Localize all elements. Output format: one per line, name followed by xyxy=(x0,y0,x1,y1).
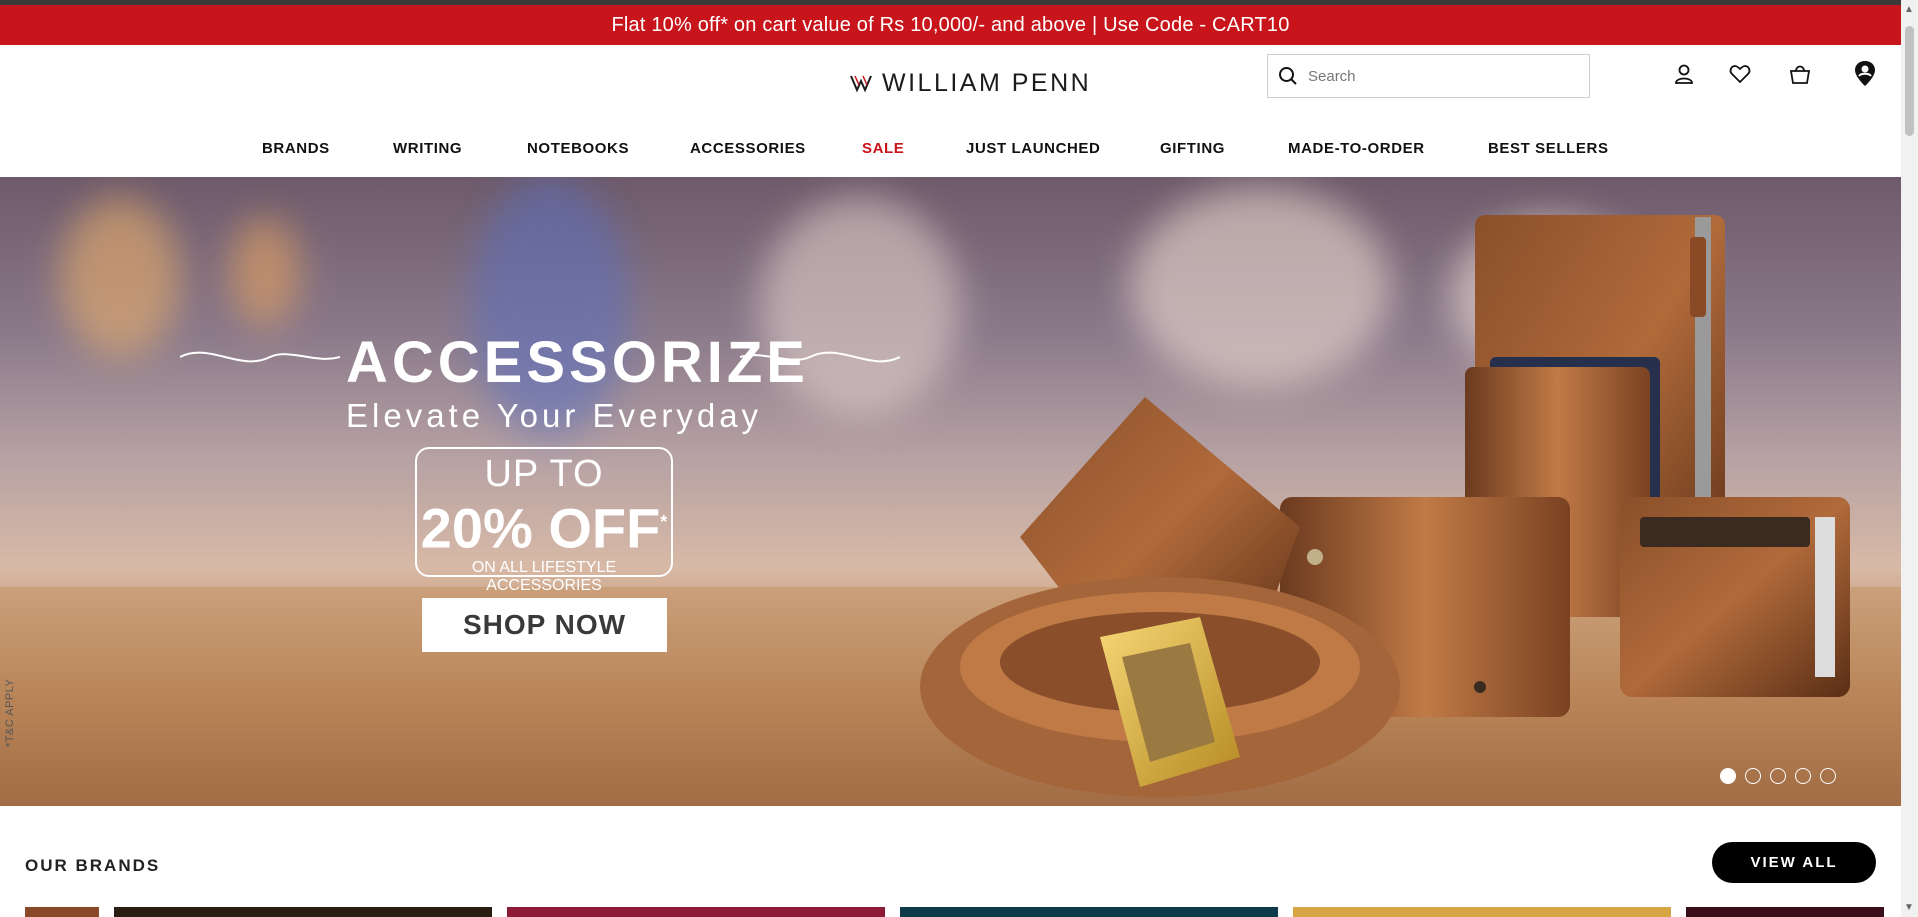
view-all-button[interactable]: VIEW ALL xyxy=(1712,842,1876,883)
nav-item-gifting[interactable]: GIFTING xyxy=(1160,140,1225,157)
brand-card[interactable] xyxy=(114,907,492,917)
carousel-dot-2[interactable] xyxy=(1745,768,1761,784)
hero-headline: ACCESSORIZE xyxy=(346,330,809,395)
nav-item-writing[interactable]: WRITING xyxy=(393,140,462,157)
page-scrollbar[interactable]: ▲ ▼ xyxy=(1901,0,1918,917)
announcement-text: Flat 10% off* on cart value of Rs 10,000… xyxy=(611,13,1290,36)
decorative-wave-left xyxy=(180,351,340,363)
brand-card[interactable] xyxy=(1686,907,1884,917)
carousel-dot-3[interactable] xyxy=(1770,768,1786,784)
bokeh-light xyxy=(60,197,180,357)
leather-accessories-image: RT xyxy=(920,215,1850,797)
scroll-up-icon[interactable]: ▲ xyxy=(1904,4,1914,15)
offer-percent-line: 20% OFF* xyxy=(417,496,671,556)
brand-card[interactable] xyxy=(507,907,885,917)
carousel-dot-5[interactable] xyxy=(1820,768,1836,784)
shop-now-button[interactable]: SHOP NOW xyxy=(422,598,667,652)
hero-subheadline: Elevate Your Everyday xyxy=(346,397,763,434)
carousel-dot-1[interactable] xyxy=(1720,768,1736,784)
brand-card[interactable] xyxy=(25,907,99,917)
offer-upto: UP TO xyxy=(484,453,604,495)
nav-item-accessories[interactable]: ACCESSORIES xyxy=(690,140,806,157)
offer-box: UP TO 20% OFF* ON ALL LIFESTYLE ACCESSOR… xyxy=(415,447,673,594)
nav-item-notebooks[interactable]: NOTEBOOKS xyxy=(527,140,629,157)
nav-item-sale[interactable]: SALE xyxy=(862,140,904,157)
brand-card[interactable] xyxy=(1293,907,1671,917)
offer-asterisk: * xyxy=(660,512,668,532)
bokeh-light xyxy=(230,217,300,327)
our-brands-title: OUR BRANDS xyxy=(25,856,161,875)
carousel-dots xyxy=(1720,768,1836,784)
brand-card[interactable] xyxy=(900,907,1278,917)
site-header: WILLIAM PENN BRANDS WRITING NOTEBOOKS AC… xyxy=(0,45,1901,177)
announcement-bar: Flat 10% off* on cart value of Rs 10,000… xyxy=(0,5,1901,45)
search-box[interactable] xyxy=(1267,54,1590,98)
nav-item-just-launched[interactable]: JUST LAUNCHED xyxy=(966,140,1100,157)
brand-logo[interactable]: WILLIAM PENN xyxy=(850,65,1091,101)
offer-scope: ON ALL LIFESTYLE ACCESSORIES xyxy=(471,558,617,594)
scroll-down-icon[interactable]: ▼ xyxy=(1904,902,1914,913)
terms-note: *T&C APPLY xyxy=(4,678,16,747)
search-input[interactable] xyxy=(1308,67,1568,85)
nav-item-made-to-order[interactable]: MADE-TO-ORDER xyxy=(1288,140,1425,157)
nav-item-brands[interactable]: BRANDS xyxy=(262,140,330,157)
nav-item-best-sellers[interactable]: BEST SELLERS xyxy=(1488,140,1609,157)
bag-icon[interactable] xyxy=(1788,63,1812,85)
offer-percent: 20% OFF xyxy=(420,496,661,560)
logo-mark-icon xyxy=(850,75,872,93)
hero-banner[interactable]: ACCESSORIZE Elevate Your Everyday UP TO … xyxy=(0,177,1901,806)
logo-text: WILLIAM PENN xyxy=(882,68,1092,97)
main-nav: BRANDS WRITING NOTEBOOKS ACCESSORIES SAL… xyxy=(0,132,1901,172)
carousel-dot-4[interactable] xyxy=(1795,768,1811,784)
heart-icon[interactable] xyxy=(1729,63,1751,85)
user-icon[interactable] xyxy=(1673,63,1695,85)
search-icon[interactable] xyxy=(1278,66,1298,86)
location-icon[interactable] xyxy=(1853,59,1877,89)
scrollbar-thumb[interactable] xyxy=(1905,26,1914,136)
